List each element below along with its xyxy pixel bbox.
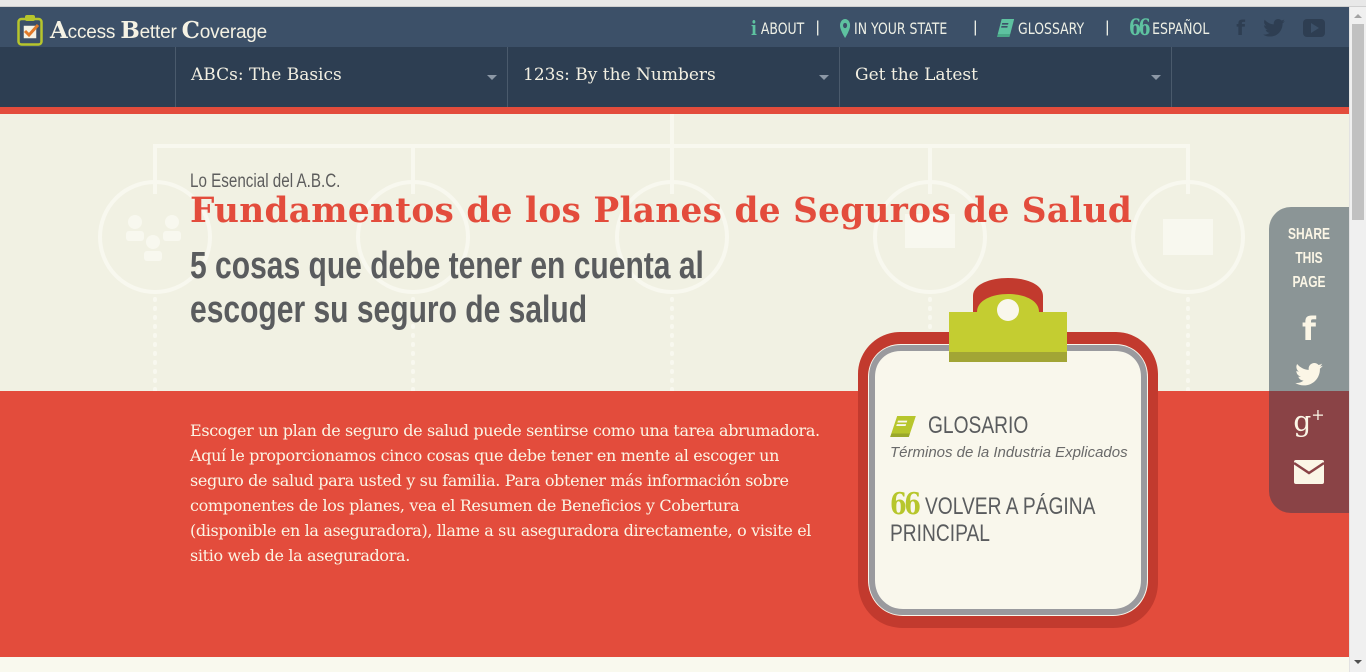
caret-down-icon [1151, 75, 1161, 80]
espanol-label: ESPAÑOL [1152, 18, 1210, 38]
logo-letter: C [181, 16, 200, 44]
share-panel: SHARE THIS PAGE f g+ [1269, 207, 1349, 513]
page-bottom [0, 657, 1349, 672]
main-nav: ABCs: The Basics 123s: By the Numbers Ge… [0, 47, 1349, 107]
glossary-title: GLOSARIO [928, 412, 1029, 439]
share-label: SHARE THIS PAGE [1279, 223, 1339, 295]
youtube-icon[interactable] [1303, 19, 1325, 37]
logo-word: ccess [67, 21, 121, 43]
google-plus-icon: g+ [1293, 405, 1325, 438]
site-logo[interactable]: Access Better Coverage [17, 14, 267, 46]
map-pin-icon [839, 18, 850, 38]
browser-top-edge [0, 0, 1366, 7]
page: Access Better Coverage i ABOUT | IN YOUR … [0, 7, 1349, 672]
logo-text: Access Better Coverage [50, 17, 267, 44]
social-links: f [1236, 16, 1325, 40]
in-your-state-label: IN YOUR STATE [853, 18, 948, 38]
facebook-icon[interactable]: f [1236, 16, 1245, 40]
about-label: ABOUT [761, 18, 805, 38]
email-share-button[interactable] [1269, 460, 1349, 489]
nav-item-abcs[interactable]: ABCs: The Basics [175, 47, 507, 107]
book-icon [890, 415, 916, 437]
facebook-share-button[interactable]: f [1269, 310, 1349, 348]
separator: | [973, 19, 978, 36]
logo-word: overage [199, 21, 268, 43]
vertical-scrollbar[interactable] [1349, 7, 1366, 672]
back-to-home-link[interactable]: 66 VOLVER A PÁGINA PRINCIPAL [890, 490, 1130, 548]
page-title: Fundamentos de los Planes de Seguros de … [190, 190, 1133, 231]
twitter-share-button[interactable] [1269, 363, 1349, 391]
quote-icon: 66 [1129, 15, 1151, 41]
google-plus-share-button[interactable]: g+ [1269, 405, 1349, 438]
site-header: Access Better Coverage i ABOUT | IN YOUR … [0, 7, 1349, 47]
twitter-icon [1295, 363, 1323, 386]
quote-icon: 66 [890, 487, 921, 522]
glossary-label: GLOSSARY [1018, 18, 1085, 38]
share-label-line: PAGE [1292, 274, 1326, 291]
twitter-icon[interactable] [1263, 19, 1285, 37]
top-links: i ABOUT | IN YOUR STATE | GLOSSARY | 66 ES… [751, 15, 1325, 41]
share-label-line: THIS [1295, 250, 1323, 267]
about-link[interactable]: i ABOUT [751, 16, 804, 40]
info-icon: i [751, 16, 758, 40]
nav-item-123s[interactable]: 123s: By the Numbers [507, 47, 839, 107]
email-icon [1293, 460, 1325, 484]
nav-item-label: 123s: By the Numbers [523, 65, 716, 85]
back-to-home-label: VOLVER A PÁGINA PRINCIPAL [890, 493, 1095, 547]
nav-item-label: Get the Latest [855, 65, 978, 85]
intro-paragraph: Escoger un plan de seguro de salud puede… [190, 421, 820, 565]
facebook-icon: f [1302, 310, 1316, 348]
caret-down-icon [487, 75, 497, 80]
accent-bar [0, 107, 1349, 114]
clipboard-content: GLOSARIO Términos de la Industria Explic… [890, 412, 1130, 547]
logo-word: etter [139, 21, 182, 43]
in-your-state-link[interactable]: IN YOUR STATE [839, 18, 948, 38]
glossary-link[interactable]: GLOSSARY [997, 18, 1085, 38]
page-subtitle: 5 cosas que debe tener en cuenta al esco… [190, 245, 704, 331]
separator: | [815, 19, 820, 36]
scroll-up-arrow-icon[interactable] [1354, 14, 1362, 18]
scroll-down-arrow-icon[interactable] [1354, 660, 1362, 664]
book-icon [997, 19, 1015, 37]
share-label-line: SHARE [1287, 226, 1330, 243]
clipboard-check-icon [17, 15, 43, 46]
espanol-link[interactable]: 66 ESPAÑOL [1129, 15, 1209, 41]
scrollbar-thumb[interactable] [1352, 24, 1364, 220]
logo-letter: A [50, 16, 68, 44]
logo-letter: B [120, 16, 140, 44]
separator: | [1105, 19, 1110, 36]
glossary-subtitle: Términos de la Industria Explicados [890, 444, 1128, 461]
caret-down-icon [819, 75, 829, 80]
nav-item-get-the-latest[interactable]: Get the Latest [839, 47, 1172, 107]
glossary-link-card[interactable]: GLOSARIO [890, 412, 1130, 440]
nav-item-label: ABCs: The Basics [191, 65, 342, 85]
